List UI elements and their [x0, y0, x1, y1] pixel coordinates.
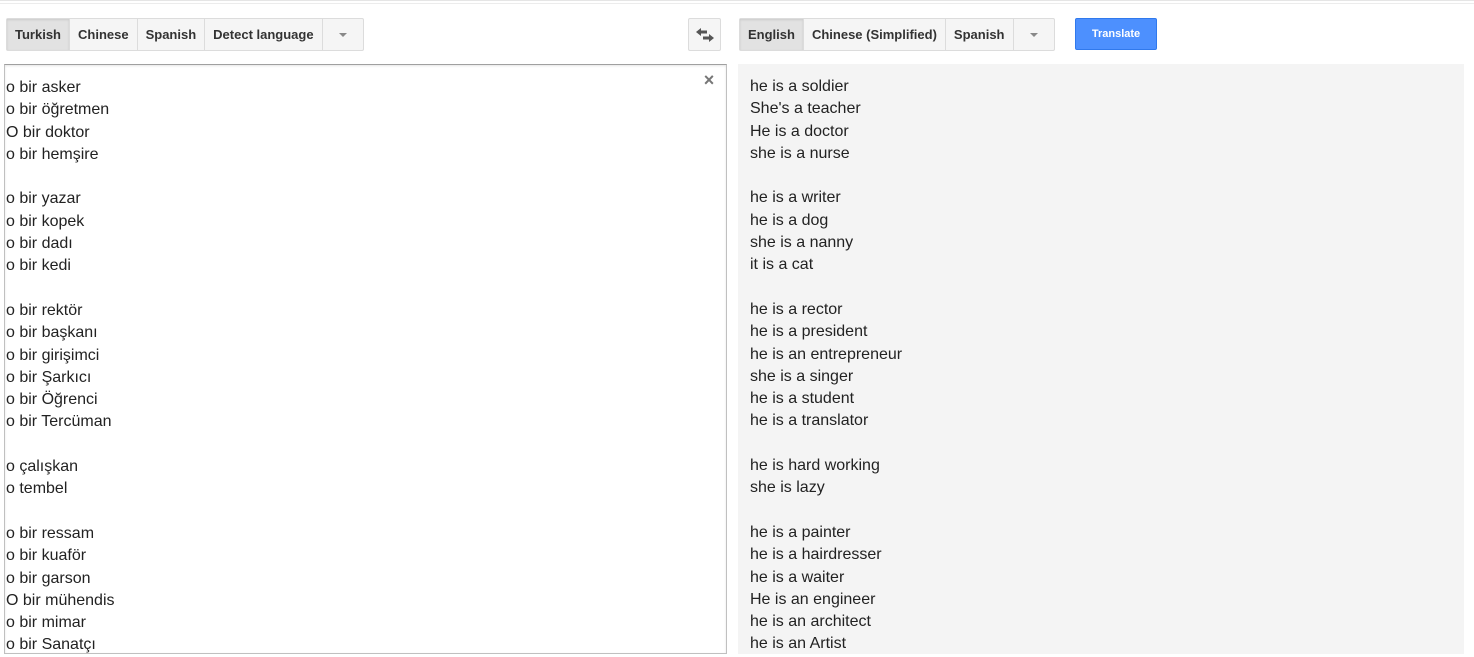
target-lang-chinese-simplified[interactable]: Chinese (Simplified)	[804, 19, 946, 50]
translation-line: he is a writer	[750, 189, 841, 207]
source-line: o bir rektör	[6, 301, 83, 319]
source-text-input[interactable]: o bir asker o bir öğretmen O bir doktor o b…	[4, 64, 727, 654]
source-line: o bir Tercüman	[6, 413, 112, 431]
source-line: o bir kuaför	[6, 547, 87, 565]
translation-line: he is a hairdresser	[750, 546, 882, 564]
translation-text-lines: he is a soldier She's a teacher He is a do…	[750, 76, 902, 656]
source-line: o bir kopek	[6, 212, 85, 230]
source-line: o bir girişimci	[6, 346, 100, 364]
source-line: o bir hemşire	[6, 145, 99, 163]
source-line: o bir garson	[6, 569, 91, 587]
source-line: o bir yazar	[6, 190, 81, 208]
source-lang-dropdown[interactable]	[323, 19, 363, 50]
translation-line: she is a singer	[750, 367, 854, 385]
source-lang-chinese[interactable]: Chinese	[70, 19, 138, 50]
translation-line: he is a painter	[750, 523, 851, 541]
target-lang-dropdown[interactable]	[1014, 19, 1054, 50]
translation-line: He is an engineer	[750, 590, 876, 608]
source-line: o bir Sanatçı	[6, 636, 96, 654]
swap-languages-button[interactable]	[688, 18, 721, 51]
translation-line: he is a soldier	[750, 78, 849, 95]
source-line: o bir dadı	[6, 235, 73, 253]
clear-icon[interactable]: ×	[700, 71, 718, 89]
target-lang-english[interactable]: English	[740, 19, 804, 50]
translation-line: he is a student	[750, 390, 855, 408]
translation-line: he is a waiter	[750, 568, 845, 586]
source-line: o bir Öğrenci	[6, 391, 98, 409]
translation-line: he is a president	[750, 323, 868, 341]
source-line: o bir öğretmen	[6, 101, 110, 119]
translation-line: she is a nanny	[750, 234, 854, 252]
source-lang-detect[interactable]: Detect language	[205, 19, 323, 50]
translation-line: he is a dog	[750, 211, 829, 229]
translation-line: he is a rector	[750, 300, 843, 318]
source-line: o bir kedi	[6, 257, 71, 275]
source-line: o bir ressam	[6, 524, 95, 542]
source-language-bar: Turkish Chinese Spanish Detect language	[6, 18, 364, 51]
translation-blank-line	[750, 277, 902, 299]
translation-line: He is a doctor	[750, 122, 849, 140]
source-text-lines[interactable]: o bir asker o bir öğretmen O bir doktor o b…	[6, 77, 115, 657]
translation-line: he is an architect	[750, 613, 871, 631]
source-blank-line	[6, 166, 115, 188]
target-lang-spanish[interactable]: Spanish	[946, 19, 1014, 50]
source-blank-line	[6, 278, 115, 300]
translation-line: he is an Artist	[750, 635, 847, 653]
translate-button[interactable]: Translate	[1075, 18, 1157, 50]
translation-line: she is a nurse	[750, 144, 850, 162]
translation-line: he is an entrepreneur	[750, 345, 903, 363]
caret-down-icon	[1029, 32, 1038, 37]
source-blank-line	[6, 434, 115, 456]
target-language-bar: English Chinese (Simplified) Spanish	[739, 18, 1055, 51]
caret-down-icon	[338, 32, 347, 37]
translation-line: She's a teacher	[750, 100, 861, 118]
source-line: O bir mühendis	[6, 591, 115, 609]
source-line: o çalışkan	[6, 458, 79, 476]
translation-blank-line	[750, 165, 902, 187]
top-divider	[0, 0, 1474, 4]
translation-blank-line	[750, 433, 902, 455]
translation-result-panel: he is a soldier She's a teacher He is a do…	[738, 64, 1464, 654]
source-line: o bir Şarkıcı	[6, 368, 92, 386]
translation-line: it is a cat	[750, 256, 814, 274]
translation-line: she is lazy	[750, 479, 825, 497]
source-blank-line	[6, 501, 115, 523]
source-line: o bir mimar	[6, 614, 87, 632]
source-line: o bir başkanı	[6, 324, 98, 342]
swap-arrows-icon	[695, 27, 714, 42]
translation-line: he is hard working	[750, 457, 880, 475]
source-line: o bir asker	[6, 79, 81, 96]
source-line: O bir doktor	[6, 123, 90, 141]
translation-blank-line	[750, 500, 902, 522]
source-lang-spanish[interactable]: Spanish	[138, 19, 206, 50]
source-line: o tembel	[6, 480, 68, 498]
source-lang-turkish[interactable]: Turkish	[7, 19, 70, 50]
translation-line: he is a translator	[750, 412, 869, 430]
